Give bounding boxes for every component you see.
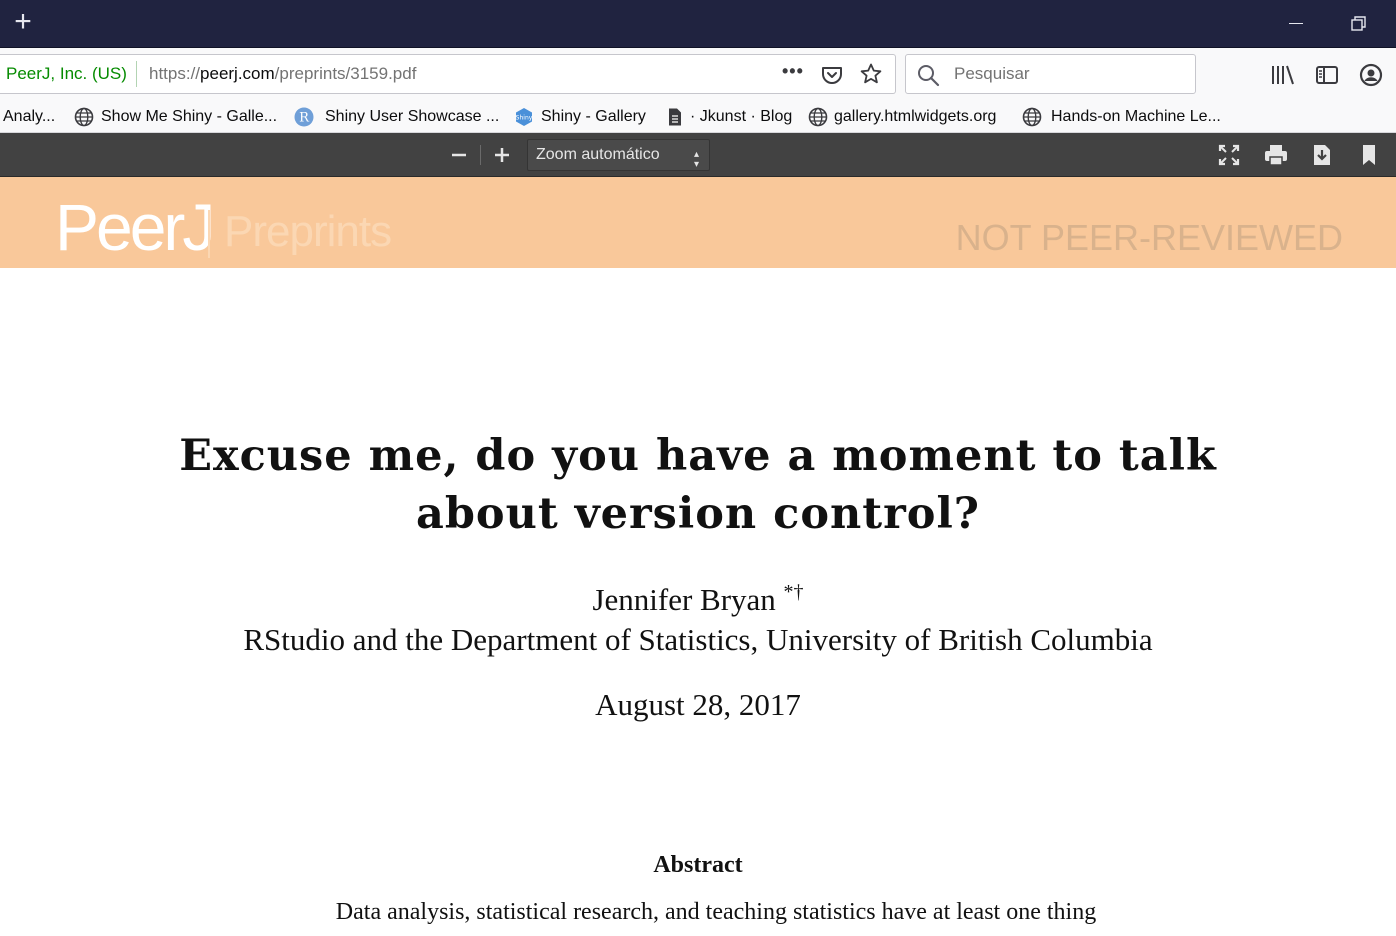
sidebar-button[interactable]	[1314, 62, 1340, 88]
search-bar[interactable]: Pesquisar	[905, 54, 1196, 94]
plus-icon	[495, 148, 509, 162]
select-arrows-icon: ▴ ▾	[693, 149, 699, 170]
author-footnote-marks: *†	[783, 581, 804, 603]
title-line: about version control?	[415, 489, 980, 539]
logo-divider	[208, 210, 210, 258]
bookmark-item[interactable]: Shiny User Showcase ...	[325, 100, 499, 133]
publication-date: August 28, 2017	[595, 687, 801, 722]
svg-text:R: R	[299, 111, 310, 126]
url-text[interactable]: https://peerj.com/preprints/3159.pdf	[149, 55, 416, 93]
fullscreen-icon	[1218, 144, 1240, 166]
bookmark-item[interactable]: Hands-on Machine Le...	[1051, 100, 1221, 133]
pocket-icon	[822, 67, 842, 84]
bookmark-item[interactable]: Show Me Shiny - Galle...	[101, 100, 277, 133]
not-peer-reviewed-label: NOT PEER-REVIEWED	[955, 217, 1343, 258]
pdf-page: PeerJ Preprints NOT PEER-REVIEWED Excuse…	[0, 177, 1396, 936]
url-path: /preprints/3159.pdf	[274, 64, 417, 83]
toolbar-divider	[480, 145, 481, 165]
peerj-logo: PeerJ	[55, 190, 215, 264]
title-bar: +	[0, 0, 1396, 48]
url-prefix: https://	[149, 64, 201, 83]
globe-icon	[808, 107, 828, 127]
navigation-bar: PeerJ, Inc. (US) https://peerj.com/prepr…	[0, 48, 1396, 100]
sidebar-icon	[1316, 66, 1338, 84]
identity-divider	[136, 61, 137, 87]
print-icon	[1265, 145, 1287, 166]
account-button[interactable]	[1358, 62, 1384, 88]
shiny-logo-icon: Shiny	[516, 108, 533, 126]
pdf-toolbar: Zoom automático ▴ ▾	[0, 133, 1396, 177]
affiliation: RStudio and the Department of Statistics…	[243, 622, 1153, 657]
site-identity[interactable]: PeerJ, Inc. (US)	[6, 55, 127, 93]
bookmark-icon	[1363, 145, 1375, 165]
search-icon	[918, 65, 940, 87]
new-tab-button[interactable]: +	[9, 7, 37, 37]
page-actions-button[interactable]: •••	[782, 62, 806, 84]
library-button[interactable]	[1270, 62, 1296, 88]
account-icon	[1359, 63, 1383, 87]
restore-icon	[1351, 16, 1366, 31]
bookmark-item[interactable]: Shiny - Gallery	[541, 100, 646, 133]
download-icon	[1314, 145, 1330, 165]
globe-icon	[1022, 107, 1042, 127]
abstract-heading: Abstract	[653, 852, 743, 878]
print-button[interactable]	[1262, 141, 1290, 169]
svg-text:Shiny: Shiny	[516, 115, 533, 122]
globe-icon	[74, 107, 94, 127]
star-icon	[860, 63, 882, 84]
library-icon	[1272, 65, 1294, 85]
zoom-in-button[interactable]	[488, 141, 516, 169]
zoom-select[interactable]: Zoom automático ▴ ▾	[527, 139, 710, 171]
preprint-banner: PeerJ Preprints NOT PEER-REVIEWED	[0, 177, 1396, 268]
paper-title: Excuse me, do you have a moment to talk …	[0, 427, 1396, 543]
presentation-mode-button[interactable]	[1215, 141, 1243, 169]
document-icon	[669, 108, 681, 126]
search-placeholder: Pesquisar	[954, 64, 1030, 83]
bookmark-button[interactable]	[1355, 141, 1383, 169]
zoom-out-button[interactable]	[445, 141, 473, 169]
bookmark-item[interactable]: · Jkunst · Blog	[690, 100, 792, 133]
author-name: Jennifer Bryan	[592, 582, 776, 617]
bookmark-star-button[interactable]	[859, 62, 883, 86]
bookmark-item[interactable]: gallery.htmlwidgets.org	[834, 100, 996, 133]
preprints-logo: Preprints	[224, 207, 392, 256]
bookmarks-toolbar: Analy... Show Me Shiny - Galle... R Shin…	[0, 100, 1396, 133]
restore-button[interactable]	[1344, 10, 1372, 38]
pocket-button[interactable]	[820, 63, 844, 87]
author: Jennifer Bryan *†	[0, 581, 1396, 618]
url-domain: peerj.com	[200, 64, 275, 83]
minus-icon	[452, 153, 466, 157]
abstract-text: Data analysis, statistical research, and…	[335, 899, 1097, 925]
bookmark-item[interactable]: Analy...	[3, 100, 55, 133]
download-button[interactable]	[1308, 141, 1336, 169]
url-bar[interactable]: PeerJ, Inc. (US) https://peerj.com/prepr…	[0, 54, 896, 94]
r-logo-icon: R	[294, 107, 314, 127]
title-line: Excuse me, do you have a moment to talk	[179, 431, 1217, 481]
zoom-value: Zoom automático	[536, 146, 660, 163]
minimize-button[interactable]	[1282, 10, 1310, 38]
